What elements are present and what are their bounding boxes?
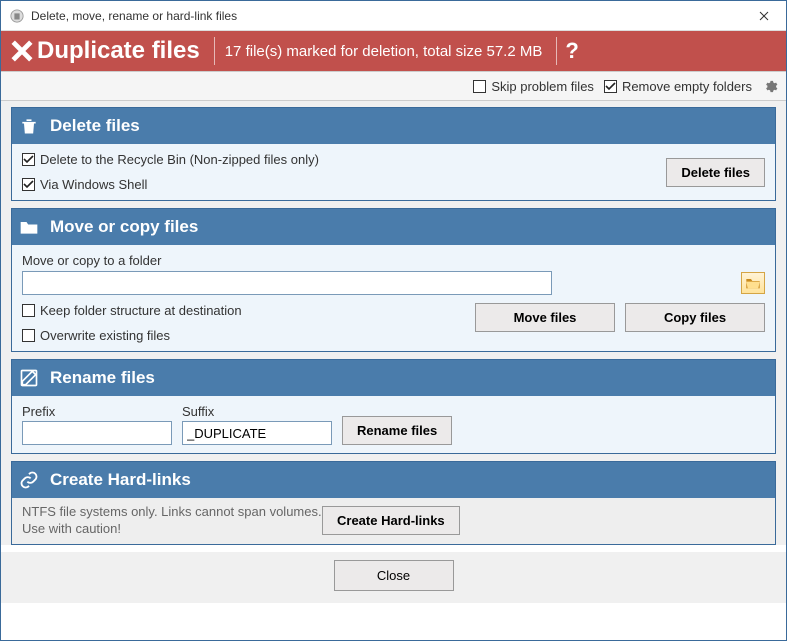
banner-status: 17 file(s) marked for deletion, total si…: [225, 43, 543, 60]
overwrite-label: Overwrite existing files: [40, 328, 170, 343]
remove-empty-checkbox[interactable]: Remove empty folders: [604, 79, 752, 94]
prefix-input[interactable]: [22, 421, 172, 445]
window-title: Delete, move, rename or hard-link files: [31, 9, 741, 23]
checkbox-icon: [604, 80, 617, 93]
titlebar: Delete, move, rename or hard-link files: [1, 1, 786, 31]
hardlink-header: Create Hard-links: [12, 462, 775, 498]
checkbox-icon: [22, 329, 35, 342]
suffix-label: Suffix: [182, 404, 332, 419]
delete-files-button[interactable]: Delete files: [666, 158, 765, 187]
trash-icon: [18, 116, 40, 136]
checkbox-icon: [22, 153, 35, 166]
move-files-button[interactable]: Move files: [475, 303, 615, 332]
content-area: Delete files Delete to the Recycle Bin (…: [1, 101, 786, 545]
link-icon: [18, 470, 40, 490]
hardlink-section: Create Hard-links NTFS file systems only…: [11, 461, 776, 545]
move-section: Move or copy files Move or copy to a fol…: [11, 208, 776, 352]
move-header: Move or copy files: [12, 209, 775, 245]
delete-section: Delete files Delete to the Recycle Bin (…: [11, 107, 776, 201]
windows-shell-label: Via Windows Shell: [40, 177, 147, 192]
delete-header: Delete files: [12, 108, 775, 144]
move-folder-label: Move or copy to a folder: [22, 253, 765, 268]
checkbox-icon: [22, 304, 35, 317]
rename-body: Prefix Suffix Rename files: [12, 396, 775, 453]
keep-structure-checkbox[interactable]: Keep folder structure at destination: [22, 303, 475, 318]
delete-header-text: Delete files: [50, 116, 140, 136]
suffix-input[interactable]: [182, 421, 332, 445]
recycle-bin-checkbox[interactable]: Delete to the Recycle Bin (Non-zipped fi…: [22, 152, 666, 167]
footer: Close: [1, 552, 786, 603]
move-body: Move or copy to a folder Keep folder str…: [12, 245, 775, 351]
skip-problem-label: Skip problem files: [491, 79, 594, 94]
banner-headline: Duplicate files: [35, 37, 200, 65]
overwrite-checkbox[interactable]: Overwrite existing files: [22, 328, 475, 343]
remove-empty-label: Remove empty folders: [622, 79, 752, 94]
window-close-button[interactable]: [741, 1, 786, 30]
edit-icon: [18, 368, 40, 388]
keep-structure-label: Keep folder structure at destination: [40, 303, 242, 318]
copy-files-button[interactable]: Copy files: [625, 303, 765, 332]
help-button[interactable]: ?: [565, 38, 582, 64]
rename-section: Rename files Prefix Suffix Rename files: [11, 359, 776, 454]
rename-files-button[interactable]: Rename files: [342, 416, 452, 445]
checkbox-icon: [473, 80, 486, 93]
windows-shell-checkbox[interactable]: Via Windows Shell: [22, 177, 666, 192]
rename-header: Rename files: [12, 360, 775, 396]
delete-body: Delete to the Recycle Bin (Non-zipped fi…: [12, 144, 775, 200]
hardlink-warning: NTFS file systems only. Links cannot spa…: [22, 504, 322, 538]
banner-divider: [214, 37, 215, 65]
duplicate-x-icon: [9, 40, 35, 62]
recycle-bin-label: Delete to the Recycle Bin (Non-zipped fi…: [40, 152, 319, 167]
summary-banner: Duplicate files 17 file(s) marked for de…: [1, 31, 786, 71]
prefix-label: Prefix: [22, 404, 172, 419]
create-hardlinks-button[interactable]: Create Hard-links: [322, 506, 460, 535]
banner-divider: [556, 37, 557, 65]
hardlink-header-text: Create Hard-links: [50, 470, 191, 490]
gear-icon[interactable]: [762, 78, 778, 94]
skip-problem-checkbox[interactable]: Skip problem files: [473, 79, 594, 94]
options-bar: Skip problem files Remove empty folders: [1, 71, 786, 101]
move-folder-input[interactable]: [22, 271, 552, 295]
browse-folder-button[interactable]: [741, 272, 765, 294]
folder-icon: [18, 218, 40, 236]
move-header-text: Move or copy files: [50, 217, 198, 237]
close-button[interactable]: Close: [334, 560, 454, 591]
hardlink-body: NTFS file systems only. Links cannot spa…: [12, 498, 775, 544]
app-icon: [9, 8, 25, 24]
checkbox-icon: [22, 178, 35, 191]
rename-header-text: Rename files: [50, 368, 155, 388]
